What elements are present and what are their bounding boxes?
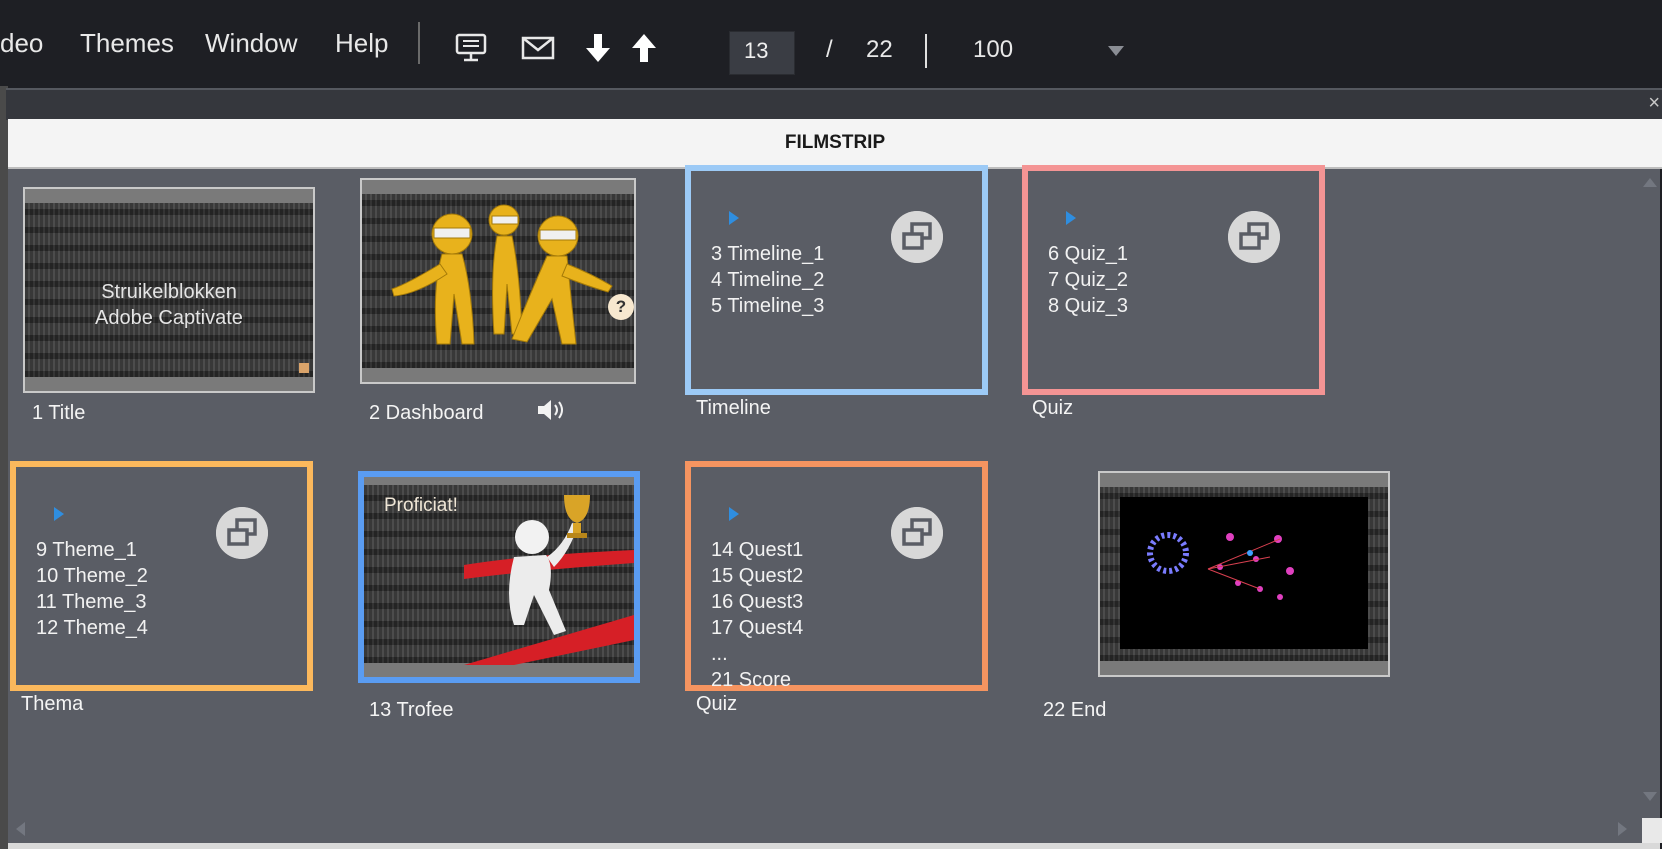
total-slides: 22 (866, 36, 893, 63)
slide-label-title: 1 Title (32, 402, 86, 424)
group-item: 15 Quest2 (711, 565, 804, 587)
left-edge (0, 86, 8, 849)
slide-label-trofee: 13 Trofee (369, 699, 454, 721)
group-slide-list: 14 Quest1 15 Quest2 16 Quest3 17 Quest4 … (711, 537, 803, 693)
slide-group-icon (891, 507, 943, 559)
resize-corner[interactable] (1642, 818, 1662, 843)
scroll-up-arrow-icon[interactable] (1643, 178, 1657, 187)
presentation-icon[interactable] (453, 30, 489, 66)
group-item: ... (711, 643, 728, 665)
panel-close-icon[interactable]: × (1648, 92, 1660, 115)
fireworks-graphic (1147, 532, 1294, 600)
slide-logo-icon (299, 363, 309, 373)
scroll-right-arrow-icon[interactable] (1618, 822, 1627, 836)
slide-group-icon (891, 211, 943, 263)
panel-titlebar (6, 88, 1662, 120)
menu-window[interactable]: Window (205, 28, 297, 59)
filmstrip-area: Struikelblokken Adobe Captivate 1 Title (8, 165, 1660, 845)
slide-thumb-title[interactable]: Struikelblokken Adobe Captivate (23, 187, 315, 393)
slide-group-quiz-2[interactable]: 14 Quest1 15 Quest2 16 Quest3 17 Quest4 … (685, 461, 988, 691)
menu-themes[interactable]: Themes (80, 28, 174, 59)
title-slide-text: Struikelblokken Adobe Captivate (25, 279, 313, 331)
speaker-icon[interactable] (536, 397, 566, 423)
group-item: 6 Quiz_1 (1048, 243, 1129, 265)
scroll-left-arrow-icon[interactable] (16, 822, 25, 836)
group-label-quiz-1: Quiz (1032, 397, 1074, 419)
group-item: 7 Quiz_2 (1048, 269, 1129, 291)
menu-video[interactable]: deo (0, 28, 43, 59)
group-play-icon[interactable] (1066, 211, 1076, 225)
slide-separator: / (826, 36, 833, 63)
slide-label-dashboard: 2 Dashboard (369, 402, 484, 424)
slide-background (1100, 487, 1388, 661)
menu-help[interactable]: Help (335, 28, 388, 59)
fireworks-image (1120, 497, 1368, 649)
group-item: 5 Timeline_3 (711, 295, 825, 317)
menu-bar: deo Themes Window Help 13 / 22 100 (0, 0, 1662, 86)
scroll-down-arrow-icon[interactable] (1643, 792, 1657, 801)
group-item: 16 Quest3 (711, 591, 804, 613)
group-item: 9 Theme_1 (36, 539, 137, 561)
title-line-1: Struikelblokken (101, 281, 237, 303)
group-item: 10 Theme_2 (36, 565, 148, 587)
group-item: 8 Quiz_3 (1048, 295, 1129, 317)
slide-group-timeline[interactable]: 3 Timeline_1 4 Timeline_2 5 Timeline_3 (685, 165, 988, 395)
zoom-value[interactable]: 100 (973, 36, 1013, 64)
slide-group-thema[interactable]: 9 Theme_1 10 Theme_2 11 Theme_3 12 Theme… (10, 461, 313, 691)
group-play-icon[interactable] (54, 507, 64, 521)
group-item: 11 Theme_3 (36, 591, 147, 613)
group-item: 21 Score (711, 669, 792, 691)
golden-figures-image (391, 204, 613, 345)
group-label-timeline: Timeline (696, 397, 771, 419)
group-item: 17 Quest4 (711, 617, 804, 639)
slide-group-icon (1228, 211, 1280, 263)
group-item: 14 Quest1 (711, 539, 804, 561)
help-question-icon: ? (608, 294, 634, 320)
group-item: 3 Timeline_1 (711, 243, 825, 265)
group-label-thema: Thema (21, 693, 84, 715)
zoom-divider (925, 34, 927, 68)
slide-background: Proficiat! (364, 485, 634, 665)
title-line-2: Adobe Captivate (95, 307, 243, 329)
slide-background: ? (362, 194, 634, 368)
mail-icon[interactable] (520, 30, 556, 66)
group-slide-list: 3 Timeline_1 4 Timeline_2 5 Timeline_3 (711, 241, 824, 319)
slide-thumb-dashboard[interactable]: ? (360, 178, 636, 384)
slide-thumb-end[interactable] (1098, 471, 1390, 677)
slide-group-quiz-1[interactable]: 6 Quiz_1 7 Quiz_2 8 Quiz_3 (1022, 165, 1325, 395)
current-slide-input[interactable]: 13 (729, 31, 795, 75)
zoom-dropdown-arrow[interactable] (1108, 46, 1124, 56)
group-slide-list: 9 Theme_1 10 Theme_2 11 Theme_3 12 Theme… (36, 537, 148, 641)
arrow-down-icon[interactable] (580, 30, 616, 66)
horizontal-scrollbar-track[interactable] (8, 843, 1660, 849)
arrow-up-icon[interactable] (626, 30, 662, 66)
slide-background: Struikelblokken Adobe Captivate (25, 203, 313, 377)
toolbar-divider (418, 22, 420, 64)
group-item: 4 Timeline_2 (711, 269, 825, 291)
group-play-icon[interactable] (729, 211, 739, 225)
slide-label-end: 22 End (1043, 699, 1107, 721)
group-label-quiz-2: Quiz (696, 693, 738, 715)
group-item: 12 Theme_4 (36, 617, 148, 639)
filmstrip-header: FILMSTRIP (8, 119, 1662, 169)
slide-thumb-trofee[interactable]: Proficiat! (358, 471, 640, 683)
finish-runner-image (464, 495, 634, 665)
group-slide-list: 6 Quiz_1 7 Quiz_2 8 Quiz_3 (1048, 241, 1128, 319)
group-play-icon[interactable] (729, 507, 739, 521)
slide-group-icon (216, 507, 268, 559)
